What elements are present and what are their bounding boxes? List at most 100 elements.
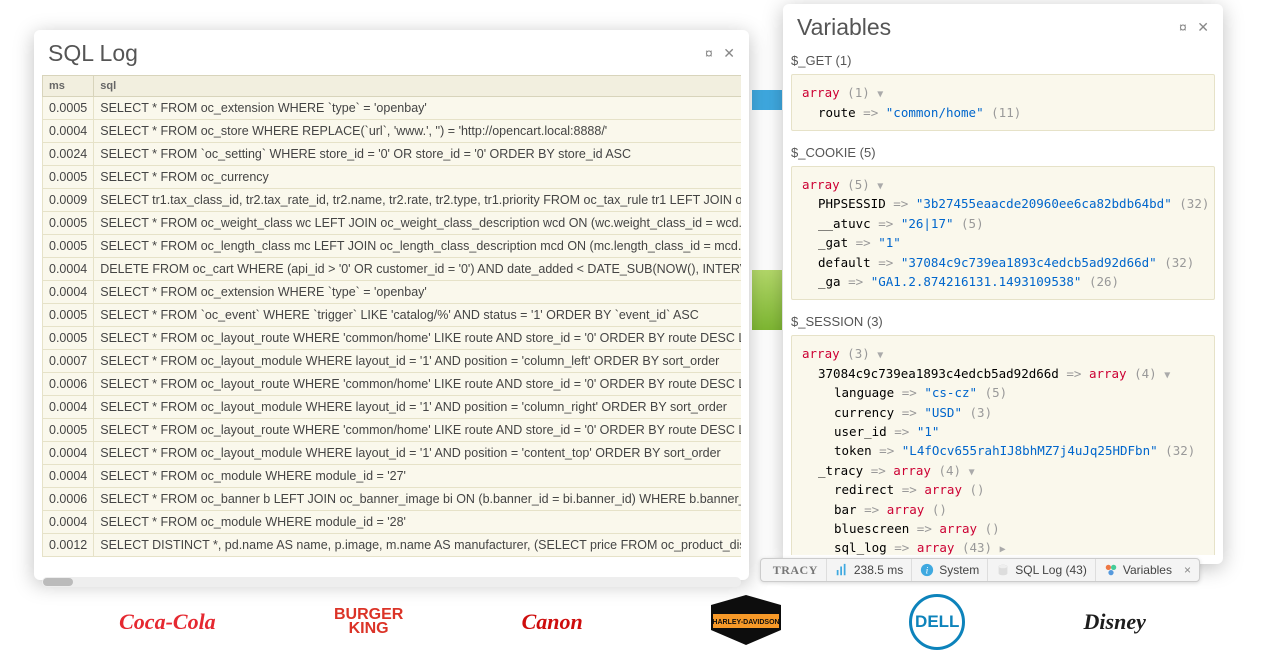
variables-panel: Variables ¤ ✕ $_GET (1) array (1) ▼ rout… — [783, 4, 1223, 564]
section-cookie-title: $_COOKIE (5) — [791, 145, 1215, 160]
cell-sql: SELECT * FROM oc_currency — [94, 166, 741, 189]
table-row: 0.0012SELECT DISTINCT *, pd.name AS name… — [43, 534, 742, 557]
collapse-icon[interactable]: ▼ — [969, 465, 975, 481]
info-icon: i — [920, 563, 934, 577]
variables-header[interactable]: Variables ¤ ✕ — [783, 4, 1223, 49]
cell-sql: SELECT * FROM oc_module WHERE module_id … — [94, 465, 741, 488]
brand-dell[interactable]: DELL — [909, 594, 965, 650]
table-row: 0.0007SELECT * FROM oc_layout_module WHE… — [43, 350, 742, 373]
brand-harleydavidson[interactable]: HARLEY-DAVIDSON — [701, 590, 791, 653]
cell-ms: 0.0004 — [43, 465, 94, 488]
cell-ms: 0.0005 — [43, 304, 94, 327]
cell-ms: 0.0007 — [43, 350, 94, 373]
svg-text:i: i — [926, 566, 929, 577]
table-row: 0.0005SELECT * FROM oc_extension WHERE `… — [43, 97, 742, 120]
cell-ms: 0.0005 — [43, 212, 94, 235]
sql-log-title: SQL Log — [48, 40, 138, 67]
cell-sql: SELECT * FROM oc_length_class mc LEFT JO… — [94, 235, 741, 258]
table-row: 0.0009SELECT tr1.tax_class_id, tr2.tax_r… — [43, 189, 742, 212]
cell-sql: SELECT * FROM oc_layout_module WHERE lay… — [94, 442, 741, 465]
cell-ms: 0.0004 — [43, 442, 94, 465]
cell-sql: SELECT * FROM oc_banner b LEFT JOIN oc_b… — [94, 488, 741, 511]
cell-sql: DELETE FROM oc_cart WHERE (api_id > '0' … — [94, 258, 741, 281]
sql-log-panel: SQL Log ¤ ✕ ms sql 0.0005SELECT * FROM o… — [34, 30, 749, 580]
section-get-title: $_GET (1) — [791, 53, 1215, 68]
tracy-variables[interactable]: Variables — [1095, 559, 1180, 581]
brand-disney[interactable]: Disney — [1084, 609, 1146, 635]
database-icon — [996, 563, 1010, 577]
col-ms: ms — [43, 76, 94, 97]
cell-ms: 0.0004 — [43, 396, 94, 419]
table-row: 0.0005SELECT * FROM oc_currency — [43, 166, 742, 189]
close-icon[interactable]: × — [1180, 563, 1195, 577]
cell-sql: SELECT * FROM oc_store WHERE REPLACE(`ur… — [94, 120, 741, 143]
sql-log-header[interactable]: SQL Log ¤ ✕ — [34, 30, 749, 75]
cell-ms: 0.0004 — [43, 120, 94, 143]
table-row: 0.0005SELECT * FROM oc_layout_route WHER… — [43, 419, 742, 442]
brand-cocacola[interactable]: Coca-Cola — [119, 609, 216, 635]
cell-ms: 0.0005 — [43, 97, 94, 120]
maximize-icon[interactable]: ¤ — [705, 45, 713, 61]
background-decoration — [752, 270, 782, 330]
cell-ms: 0.0006 — [43, 488, 94, 511]
table-row: 0.0005SELECT * FROM oc_weight_class wc L… — [43, 212, 742, 235]
dump-get: array (1) ▼ route => "common/home" (11) — [791, 74, 1215, 131]
collapse-icon[interactable]: ▼ — [877, 87, 883, 103]
table-row: 0.0006SELECT * FROM oc_layout_route WHER… — [43, 373, 742, 396]
background-stripe — [752, 90, 782, 110]
tracy-logo[interactable]: TRACY — [765, 559, 826, 581]
cell-ms: 0.0004 — [43, 281, 94, 304]
close-icon[interactable]: ✕ — [723, 45, 735, 61]
cell-ms: 0.0005 — [43, 327, 94, 350]
cell-sql: SELECT * FROM oc_extension WHERE `type` … — [94, 97, 741, 120]
cell-ms: 0.0012 — [43, 534, 94, 557]
cell-sql: SELECT * FROM `oc_event` WHERE `trigger`… — [94, 304, 741, 327]
table-row: 0.0004SELECT * FROM oc_store WHERE REPLA… — [43, 120, 742, 143]
cell-ms: 0.0006 — [43, 373, 94, 396]
tracy-time[interactable]: 238.5 ms — [826, 559, 911, 581]
cell-sql: SELECT * FROM `oc_setting` WHERE store_i… — [94, 143, 741, 166]
cell-ms: 0.0024 — [43, 143, 94, 166]
cell-ms: 0.0004 — [43, 511, 94, 534]
variables-scroll[interactable]: $_GET (1) array (1) ▼ route => "common/h… — [791, 49, 1215, 555]
table-row: 0.0004SELECT * FROM oc_layout_module WHE… — [43, 442, 742, 465]
table-row: 0.0004DELETE FROM oc_cart WHERE (api_id … — [43, 258, 742, 281]
table-row: 0.0004SELECT * FROM oc_module WHERE modu… — [43, 465, 742, 488]
table-row: 0.0005SELECT * FROM `oc_event` WHERE `tr… — [43, 304, 742, 327]
brand-canon[interactable]: Canon — [522, 609, 583, 635]
table-row: 0.0024SELECT * FROM `oc_setting` WHERE s… — [43, 143, 742, 166]
collapse-icon[interactable]: ▼ — [1164, 368, 1170, 384]
dump-session: array (3) ▼ 37084c9c739ea1893c4edcb5ad92… — [791, 335, 1215, 555]
tracy-system[interactable]: i System — [911, 559, 987, 581]
brand-burgerking[interactable]: BURGERKING — [334, 608, 403, 635]
dump-cookie: array (5) ▼ PHPSESSID => "3b27455eaacde2… — [791, 166, 1215, 300]
collapse-icon[interactable]: ▼ — [877, 179, 883, 195]
cell-sql: SELECT tr1.tax_class_id, tr2.tax_rate_id… — [94, 189, 741, 212]
table-row: 0.0005SELECT * FROM oc_layout_route WHER… — [43, 327, 742, 350]
col-sql: sql — [94, 76, 741, 97]
table-row: 0.0004SELECT * FROM oc_layout_module WHE… — [43, 396, 742, 419]
close-icon[interactable]: ✕ — [1197, 19, 1209, 35]
cell-sql: SELECT * FROM oc_layout_module WHERE lay… — [94, 350, 741, 373]
cell-ms: 0.0009 — [43, 189, 94, 212]
cell-ms: 0.0005 — [43, 419, 94, 442]
cell-sql: SELECT * FROM oc_layout_route WHERE 'com… — [94, 419, 741, 442]
cell-sql: SELECT * FROM oc_weight_class wc LEFT JO… — [94, 212, 741, 235]
collapse-icon[interactable]: ▼ — [877, 348, 883, 364]
sql-log-scroll[interactable]: ms sql 0.0005SELECT * FROM oc_extension … — [42, 75, 741, 569]
cell-sql: SELECT * FROM oc_extension WHERE `type` … — [94, 281, 741, 304]
cell-ms: 0.0005 — [43, 235, 94, 258]
variables-icon — [1104, 563, 1118, 577]
tracy-debug-bar[interactable]: TRACY 238.5 ms i System SQL Log (43) Var… — [760, 558, 1200, 582]
table-row: 0.0004SELECT * FROM oc_module WHERE modu… — [43, 511, 742, 534]
cell-ms: 0.0004 — [43, 258, 94, 281]
hd-shield-icon: HARLEY-DAVIDSON — [701, 590, 791, 650]
cell-sql: SELECT * FROM oc_module WHERE module_id … — [94, 511, 741, 534]
maximize-icon[interactable]: ¤ — [1179, 19, 1187, 35]
tracy-sql-log[interactable]: SQL Log (43) — [987, 559, 1095, 581]
section-session-title: $_SESSION (3) — [791, 314, 1215, 329]
svg-text:HARLEY-DAVIDSON: HARLEY-DAVIDSON — [712, 619, 779, 626]
cell-ms: 0.0005 — [43, 166, 94, 189]
sql-log-table: ms sql 0.0005SELECT * FROM oc_extension … — [42, 75, 741, 557]
expand-icon[interactable]: ▶ — [1000, 542, 1006, 555]
